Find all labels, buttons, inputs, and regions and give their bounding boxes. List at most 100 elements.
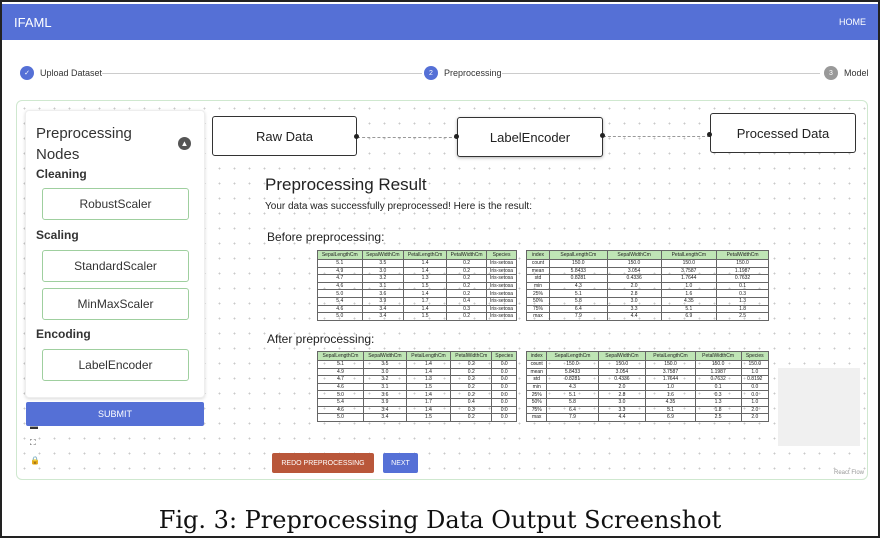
column-header: SepalWidthCm	[362, 351, 407, 361]
redo-preprocessing-button[interactable]: REDO PREPROCESSING	[272, 453, 374, 473]
minus-icon[interactable]: ▬	[30, 422, 38, 431]
table-cell: 5.8433	[549, 266, 608, 276]
table-cell: 0.2	[446, 312, 488, 321]
column-header: SepalLengthCm	[546, 351, 599, 361]
result-title: Preprocessing Result	[265, 175, 427, 194]
figure-caption: Fig. 3: Preprocessing Data Output Screen…	[158, 506, 722, 534]
table-cell: 4.3	[549, 281, 608, 291]
table-cell: 5.1	[317, 360, 364, 369]
table-row: 4.6 3.1 1.5 0.2 0.0	[317, 382, 517, 392]
step-connector	[502, 73, 820, 74]
section-encoding: Encoding	[36, 327, 91, 341]
next-button[interactable]: NEXT	[383, 453, 418, 473]
step-upload-dataset[interactable]: ✓ Upload Dataset	[20, 66, 102, 80]
table-row: 75% 6.4 3.3 5.1 1.8	[526, 304, 769, 314]
column-header: PetalLengthCm	[403, 250, 448, 260]
table-cell: 2.5	[716, 312, 769, 321]
table-cell: 1.3	[694, 397, 742, 407]
table-cell: 1.4	[405, 367, 452, 377]
minimap[interactable]	[778, 368, 860, 446]
column-header: SepalWidthCm	[361, 250, 405, 260]
node-labelencoder[interactable]: LabelEncoder	[42, 349, 189, 381]
source-handle[interactable]	[354, 134, 359, 139]
table-row: mean 5.8433 3.054 3.7587 1.1987 1.0	[525, 367, 770, 377]
table-cell: 6.9	[660, 312, 718, 321]
node-minmaxscaler[interactable]: MinMaxScaler	[42, 288, 189, 320]
table-cell: 150.0	[694, 360, 742, 369]
column-header: Species	[740, 351, 770, 361]
column-header: SepalWidthCm	[597, 351, 647, 361]
flow-node-labelencoder[interactable]: LabelEncoder	[457, 117, 603, 157]
lock-icon[interactable]: 🔒	[30, 456, 40, 465]
table-cell: 150.0	[606, 259, 662, 268]
table-cell: 7.9	[546, 413, 599, 422]
table-cell: 0.2	[446, 289, 488, 298]
table-cell: 50%	[526, 296, 550, 306]
table-cell: 1.8	[694, 405, 742, 415]
step-model[interactable]: 3 Model	[824, 66, 869, 80]
source-handle[interactable]	[600, 133, 605, 138]
table-cell: 0.2	[446, 274, 488, 283]
table-cell: 0.8281	[546, 375, 599, 384]
chevron-up-icon[interactable]: ▲	[178, 137, 191, 150]
table-cell: 1.4	[403, 259, 448, 268]
table-cell: 3.4	[362, 405, 407, 415]
table-cell: 3.3	[597, 405, 647, 415]
table-cell: 3.6	[362, 390, 407, 399]
table-row: 5.0 3.4 1.5 0.2 Iris-setosa	[317, 312, 517, 321]
table-cell: 25%	[525, 390, 548, 399]
table-cell: 150.0	[740, 360, 770, 369]
table-cell: 2.0	[597, 382, 647, 392]
table-cell: 1.4	[403, 304, 448, 314]
node-robustscaler[interactable]: RobustScaler	[42, 188, 189, 220]
table-row: count 150.0 150.0 150.0 150.0	[526, 259, 769, 268]
table-cell: 3.4	[361, 312, 405, 321]
column-header: SepalLengthCm	[317, 351, 364, 361]
table-row: max 7.9 4.4 6.9 2.5	[526, 312, 769, 321]
target-handle[interactable]	[707, 132, 712, 137]
submit-button[interactable]: SUBMIT	[26, 402, 204, 426]
table-cell: 1.0	[645, 382, 696, 392]
fit-view-icon[interactable]: ⛶	[30, 438, 36, 448]
node-standardscaler[interactable]: StandardScaler	[42, 250, 189, 282]
section-scaling: Scaling	[36, 228, 79, 242]
table-cell: Iris-setosa	[486, 259, 517, 268]
table-row: min 4.3 2.0 1.0 0.1	[526, 281, 769, 291]
panel-title: Preprocessing Nodes	[36, 125, 132, 163]
table-cell: 150.0	[549, 259, 608, 268]
table-row: max 7.9 4.4 6.9 2.5 2.0	[525, 413, 770, 422]
step-label: Model	[844, 68, 869, 78]
home-link[interactable]: HOME	[839, 17, 866, 27]
react-flow-attribution[interactable]: React Flow	[834, 470, 864, 476]
table-cell: 2.8	[606, 289, 662, 298]
column-header: PetalLengthCm	[645, 351, 696, 361]
table-cell: 3.5	[361, 259, 405, 268]
table-cell: 2.0	[740, 413, 770, 422]
table-cell: mean	[526, 266, 550, 276]
table-cell: 1.7	[403, 296, 448, 306]
before-data-table: SepalLengthCm SepalWidthCm PetalLengthCm Pe…	[317, 250, 517, 321]
flow-node-raw-data[interactable]: Raw Data	[212, 116, 357, 156]
table-cell: 0.1	[716, 281, 769, 291]
step-number: 3	[824, 66, 838, 80]
table-cell: count	[526, 259, 550, 268]
target-handle[interactable]	[454, 134, 459, 139]
table-cell: 5.4	[317, 296, 363, 306]
table-cell: 1.0	[740, 367, 770, 377]
table-row: 75% 6.4 3.3 5.1 1.8 2.0	[525, 405, 770, 415]
table-cell: 4.9	[317, 266, 363, 276]
table-cell: 5.0	[317, 289, 363, 298]
table-cell: 5.1	[660, 304, 718, 314]
table-cell: 1.4	[405, 405, 452, 415]
after-data-table: SepalLengthCm SepalWidthCm PetalLengthCm Pe…	[317, 351, 517, 422]
table-cell: 6.4	[549, 304, 608, 314]
table-cell: Iris-setosa	[486, 281, 517, 291]
table-cell: 5.8433	[546, 367, 599, 377]
table-cell: 1.5	[403, 281, 448, 291]
flow-node-processed-data[interactable]: Processed Data	[710, 113, 856, 153]
step-preprocessing[interactable]: 2 Preprocessing	[424, 66, 502, 80]
table-cell: 3.7587	[645, 367, 696, 377]
table-cell: 3.9	[361, 296, 405, 306]
table-cell: 7.9	[549, 312, 608, 321]
table-row: std 0.8281 0.4336 1.7644 0.7632	[526, 274, 769, 283]
